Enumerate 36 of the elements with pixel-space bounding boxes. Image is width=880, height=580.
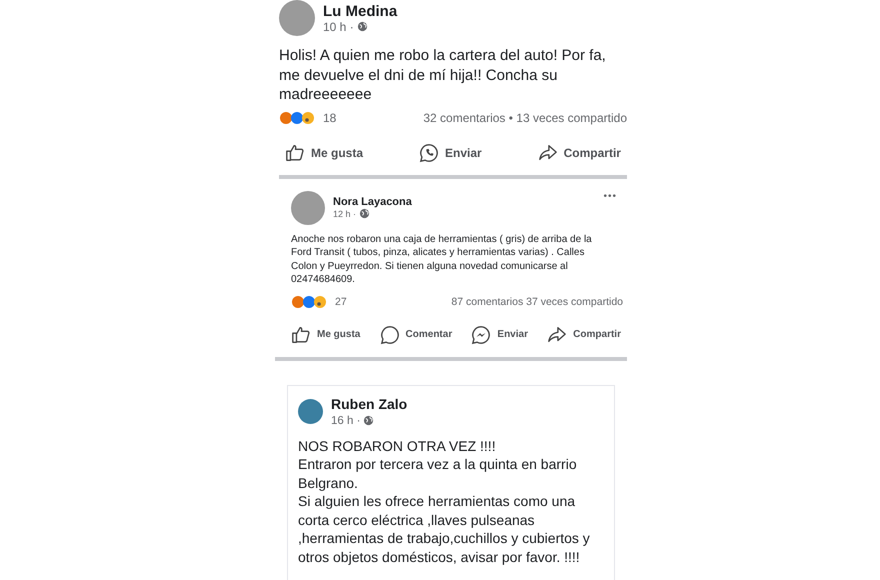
action-button[interactable]: Me gusta: [285, 320, 366, 348]
action-button[interactable]: Enviar: [412, 138, 488, 166]
globe-icon: [356, 21, 368, 32]
comment-share-count[interactable]: 32 comentarios • 13 veces compartido: [423, 110, 627, 124]
messenger-icon: [471, 324, 492, 344]
post-time: 10 h ·: [323, 20, 354, 34]
reaction-count: 27: [335, 296, 347, 308]
avatar: [291, 190, 325, 224]
post-text: Si alguien les ofrece herramientas como una corta cerco eléctrica ,llaves pulseanas ,herramientas de trabajo,cuchillos y cubiertos y otros objetos domésticos, avisar por favor. !!!!: [298, 492, 591, 566]
thumbs-up-icon: [285, 142, 305, 162]
share-arrow-icon: [547, 324, 568, 344]
more-options-button[interactable]: •••: [603, 190, 617, 202]
post-time: 16 h ·: [331, 414, 360, 426]
post-text: Anoche nos robaron una caja de herramientas ( gris) de arriba de la Ford Transit ( tubos, pinza, alicates y herramientas varias) . Calles Colon y Pueyrredon. Si tienen alguna novedad comunicarse al 02474684609.: [291, 232, 593, 286]
share-arrow-icon: [538, 142, 558, 162]
globe-icon: [363, 415, 374, 426]
post-text: NOS ROBARON OTRA VEZ !!!!: [298, 436, 497, 455]
action-button[interactable]: Compartir: [541, 320, 627, 348]
action-button[interactable]: Me gusta: [279, 138, 370, 166]
comment-share-count[interactable]: 87 comentarios 37 veces compartido: [451, 296, 623, 308]
post-time: 12 h ·: [333, 208, 356, 218]
post-text: Holis! A quien me robo la cartera del auto! Por fa, me devuelve el dni de mí hija!! Concha su madreeeeeee: [279, 46, 607, 104]
action-button[interactable]: Comentar: [374, 320, 458, 348]
action-button[interactable]: Compartir: [532, 138, 627, 166]
globe-icon: [359, 208, 370, 219]
action-button[interactable]: Enviar: [465, 320, 534, 348]
author-name[interactable]: Ruben Zalo: [331, 396, 408, 412]
avatar: [298, 398, 323, 424]
author-name[interactable]: Nora Layacona: [333, 196, 412, 208]
author-name[interactable]: Lu Medina: [323, 2, 398, 20]
thumbs-up-icon: [291, 324, 311, 344]
avatar: [279, 0, 315, 36]
post-text: Entraron por tercera vez a la quinta en barrio Belgrano.: [298, 455, 578, 492]
comment-bubble-icon: [380, 324, 400, 344]
reaction-count: 18: [323, 110, 336, 124]
chat-bubble-icon: [418, 142, 439, 162]
